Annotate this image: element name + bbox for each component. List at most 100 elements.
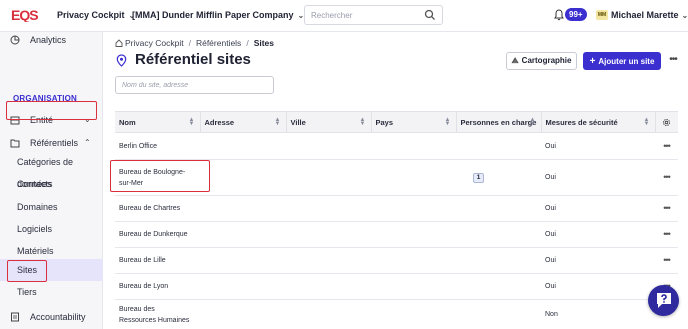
row-more-icon[interactable]: ••• bbox=[655, 195, 678, 222]
sidebar-subitem-contacts[interactable]: Contacts bbox=[0, 173, 103, 195]
cell-personnes bbox=[456, 247, 541, 274]
cell-mesures: Oui bbox=[541, 195, 655, 222]
table-row[interactable]: Bureau de Dunkerque Oui ••• bbox=[115, 221, 678, 248]
top-bar: EQS Privacy Cockpit ⌄ [MMA] Dunder Miffli… bbox=[0, 0, 688, 32]
column-header-pays[interactable]: Pays ▲ ▼ bbox=[371, 111, 457, 133]
cell-personnes bbox=[456, 195, 541, 222]
referentiels-icon bbox=[10, 139, 20, 148]
sidebar-item-label: Domaines bbox=[17, 202, 58, 212]
cell-pays bbox=[371, 159, 456, 196]
company-selector[interactable]: [MMA] Dunder Mifflin Paper Company ⌄ bbox=[132, 10, 304, 20]
sort-icon: ▲ ▼ bbox=[529, 117, 536, 127]
cell-ville bbox=[286, 159, 371, 196]
highlight-box bbox=[110, 160, 210, 192]
cell-mesures: Oui bbox=[541, 247, 655, 274]
cartographie-button[interactable]: ⟁ Cartographie bbox=[506, 52, 577, 70]
sidebar-item-label: Analytics bbox=[30, 35, 67, 45]
avatar[interactable]: MM bbox=[596, 10, 608, 20]
cell-adresse bbox=[200, 221, 286, 248]
sidebar-subitem-logiciels[interactable]: Logiciels bbox=[0, 218, 103, 240]
table-row[interactable]: Bureau de Chartres Oui ••• bbox=[115, 195, 678, 222]
cell-pays bbox=[371, 132, 456, 160]
column-header-label: Adresse bbox=[204, 117, 235, 127]
highlight-box bbox=[6, 101, 97, 120]
column-header-nom[interactable]: Nom ▲ ▼ bbox=[115, 111, 201, 133]
cell-mesures: Non bbox=[541, 299, 655, 329]
bell-icon[interactable] bbox=[554, 9, 564, 21]
cell-mesures: Oui bbox=[541, 132, 655, 160]
row-more-icon[interactable]: ••• bbox=[655, 247, 678, 274]
cell-adresse bbox=[200, 132, 286, 160]
column-header-adresse[interactable]: Adresse ▲ ▼ bbox=[200, 111, 287, 133]
user-menu[interactable]: Michael Marette ⌄ bbox=[611, 10, 688, 20]
sidebar-subitem-domaines[interactable]: Domaines bbox=[0, 196, 103, 218]
row-more-icon[interactable]: ••• bbox=[655, 159, 678, 196]
add-site-label: Ajouter un site bbox=[598, 56, 655, 66]
sidebar-item-label: Contacts bbox=[17, 179, 53, 189]
sort-icon: ▲ ▼ bbox=[444, 117, 451, 127]
help-icon bbox=[657, 293, 671, 308]
plus-icon: + bbox=[589, 55, 596, 67]
sidebar-item-label: Accountability bbox=[30, 312, 86, 322]
settings-icon bbox=[663, 118, 671, 126]
table-row[interactable]: Bureau de Lille Oui ••• bbox=[115, 247, 678, 274]
eqs-logo[interactable]: EQS bbox=[11, 8, 41, 22]
cell-ville bbox=[286, 195, 371, 222]
cell-nom: Bureau de Lyon bbox=[115, 273, 200, 300]
site-filter-input[interactable] bbox=[115, 76, 274, 94]
cartographie-label: Cartographie bbox=[521, 56, 572, 65]
row-more-icon[interactable]: ••• bbox=[655, 221, 678, 248]
search-input[interactable] bbox=[304, 5, 443, 25]
cell-mesures: Oui bbox=[541, 221, 655, 248]
table-row[interactable]: Bureau de Lyon Oui ••• bbox=[115, 273, 678, 300]
add-site-button[interactable]: + Ajouter un site bbox=[583, 52, 661, 70]
breadcrumb-separator: / bbox=[188, 38, 191, 48]
column-header-label: Mesures de sécurité bbox=[545, 117, 618, 127]
cell-mesures: Oui bbox=[541, 273, 655, 300]
column-header-mesures[interactable]: Mesures de sécurité ▲ ▼ bbox=[541, 111, 656, 133]
cell-adresse bbox=[200, 247, 286, 274]
column-header-label: Pays bbox=[375, 117, 394, 127]
highlight-box bbox=[7, 260, 47, 282]
cell-ville bbox=[286, 273, 371, 300]
column-header-ville[interactable]: Ville ▲ ▼ bbox=[286, 111, 372, 133]
more-icon[interactable]: ••• bbox=[666, 52, 680, 70]
cell-personnes: 1 bbox=[456, 159, 541, 196]
sidebar-item-label: Tiers bbox=[17, 287, 37, 297]
cell-personnes bbox=[456, 221, 541, 248]
home-icon bbox=[115, 39, 123, 47]
person-count-badge[interactable]: 1 bbox=[473, 173, 484, 183]
svg-text:EQS: EQS bbox=[11, 8, 38, 22]
sidebar-subitem-categories[interactable]: Catégories de données bbox=[0, 151, 103, 189]
cell-pays bbox=[371, 299, 456, 329]
help-button[interactable] bbox=[648, 285, 679, 316]
breadcrumb-link[interactable]: Privacy Cockpit bbox=[125, 38, 184, 48]
cell-nom: Bureau de Chartres bbox=[115, 195, 200, 222]
cell-adresse bbox=[200, 159, 286, 196]
cell-ville bbox=[286, 132, 371, 160]
sidebar-item-analytics[interactable]: Analytics bbox=[0, 29, 103, 51]
column-settings[interactable] bbox=[655, 111, 678, 133]
main-content: Privacy Cockpit / Référentiels / Sites Référ… bbox=[103, 32, 688, 329]
cell-adresse bbox=[200, 299, 286, 329]
breadcrumb-link[interactable]: Référentiels bbox=[196, 38, 241, 48]
cell-pays bbox=[371, 247, 456, 274]
column-header-personnes[interactable]: Personnes en charge ▲ ▼ bbox=[456, 111, 542, 133]
table-row[interactable]: Bureau des Ressources Humaines Non ••• bbox=[115, 299, 678, 329]
cell-ville bbox=[286, 299, 371, 329]
row-more-icon[interactable]: ••• bbox=[655, 132, 678, 160]
notification-badge[interactable]: 99+ bbox=[565, 8, 587, 21]
app-name: Privacy Cockpit bbox=[57, 10, 125, 20]
table-row[interactable]: Berlin Office Oui ••• bbox=[115, 132, 678, 160]
app-switcher[interactable]: Privacy Cockpit ⌄ bbox=[57, 10, 135, 20]
page-title: Référentiel sites bbox=[135, 51, 251, 68]
search-icon[interactable] bbox=[424, 9, 436, 21]
cell-personnes bbox=[456, 299, 541, 329]
sidebar-item-accountability[interactable]: Accountability bbox=[0, 306, 103, 328]
sidebar-subitem-tiers[interactable]: Tiers bbox=[0, 281, 103, 303]
table-header-row: Nom ▲ ▼ Adresse ▲ ▼ Ville ▲ ▼ Pays ▲ ▼ Personnes… bbox=[115, 111, 678, 133]
cell-pays bbox=[371, 221, 456, 248]
cell-nom: Bureau de Dunkerque bbox=[115, 221, 200, 248]
chevron-down-icon: ⌄ bbox=[681, 11, 688, 20]
cell-ville bbox=[286, 247, 371, 274]
